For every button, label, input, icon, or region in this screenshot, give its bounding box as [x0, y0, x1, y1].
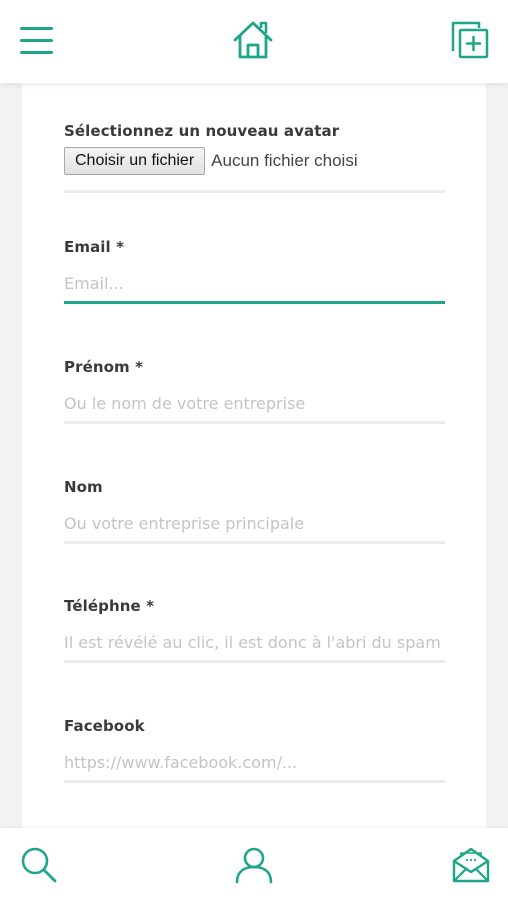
- hamburger-menu-icon[interactable]: [20, 25, 54, 57]
- telephone-label: Téléphne *: [64, 597, 155, 615]
- telephone-input[interactable]: [64, 625, 445, 663]
- facebook-input[interactable]: [64, 745, 445, 783]
- nom-field: Nom: [64, 478, 445, 544]
- avatar-label: Sélectionnez un nouveau avatar: [64, 122, 340, 140]
- profile-form-card: Sélectionnez un nouveau avatar Choisir u…: [22, 83, 486, 828]
- user-icon[interactable]: [234, 846, 274, 884]
- top-bar: [0, 0, 508, 83]
- file-status-text: Aucun fichier choisi: [211, 151, 358, 170]
- email-label: Email *: [64, 238, 125, 256]
- avatar-divider: [64, 190, 445, 193]
- nom-label: Nom: [64, 478, 103, 496]
- email-field: Email *: [64, 238, 445, 304]
- facebook-label: Facebook: [64, 717, 145, 735]
- bottom-nav: [0, 828, 508, 900]
- prenom-label: Prénom *: [64, 358, 144, 376]
- mail-icon[interactable]: [452, 847, 490, 883]
- prenom-field: Prénom *: [64, 358, 445, 424]
- home-icon[interactable]: [232, 20, 274, 60]
- file-input: Choisir un fichier Aucun fichier choisi: [64, 146, 445, 176]
- email-input[interactable]: [64, 266, 445, 304]
- nom-input[interactable]: [64, 506, 445, 544]
- facebook-field: Facebook: [64, 717, 445, 783]
- prenom-input[interactable]: [64, 386, 445, 424]
- choose-file-button[interactable]: Choisir un fichier: [64, 147, 206, 175]
- search-icon[interactable]: [20, 846, 58, 884]
- add-copy-icon[interactable]: [450, 20, 490, 60]
- telephone-field: Téléphne *: [64, 597, 445, 663]
- avatar-field: Sélectionnez un nouveau avatar Choisir u…: [64, 122, 445, 193]
